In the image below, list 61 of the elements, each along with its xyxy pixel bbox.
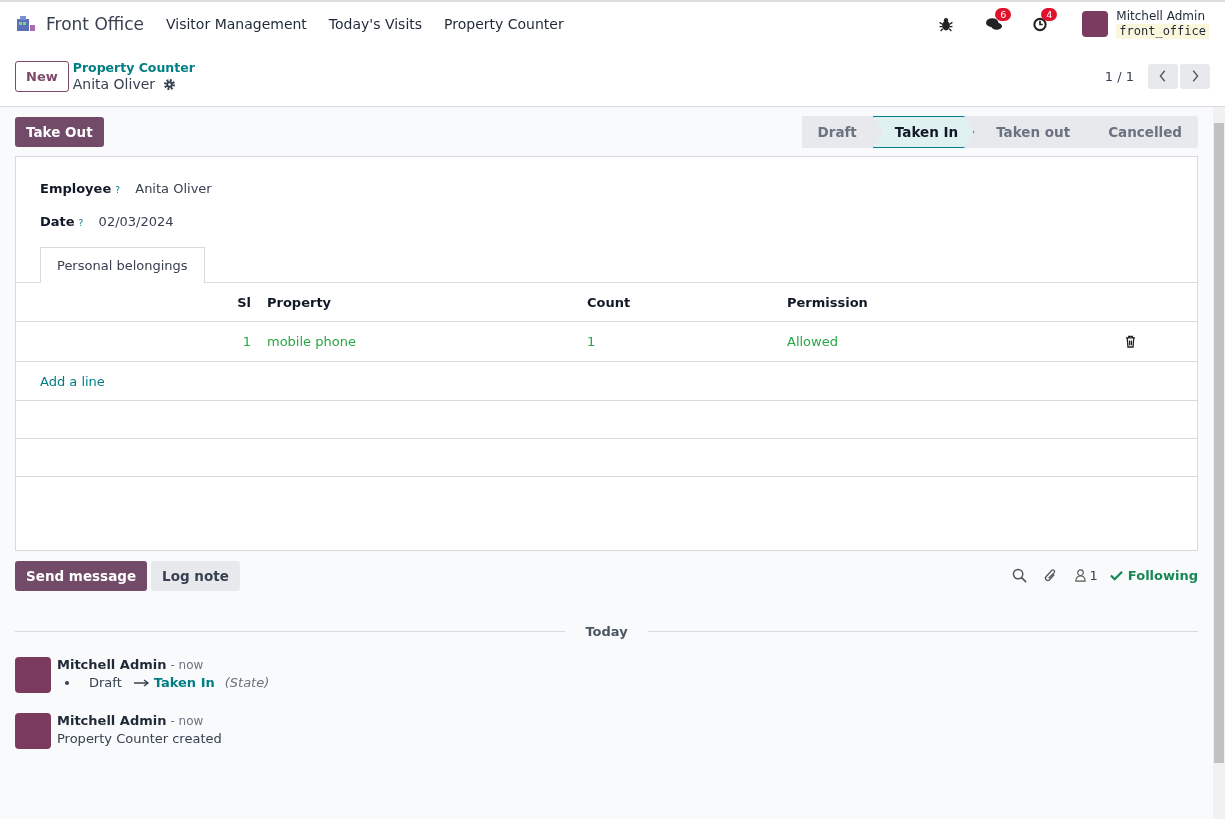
paperclip-icon[interactable] (1042, 568, 1058, 583)
chevron-right-icon (1190, 69, 1200, 83)
take-out-button[interactable]: Take Out (15, 117, 104, 147)
menu-item[interactable]: Today's Visits (328, 16, 423, 32)
search-icon[interactable] (1011, 568, 1027, 583)
table-cell-text: 1 (586, 334, 597, 349)
user-name[interactable]: Mitchell Admin (1116, 9, 1209, 24)
column-header[interactable]: Count (579, 294, 779, 310)
send-message-button[interactable]: Send message (15, 560, 148, 591)
notebook-tab[interactable]: Personal belongings (40, 247, 205, 283)
date-separator: Today (585, 624, 628, 639)
user-avatar[interactable] (1082, 11, 1109, 37)
message-body: Property Counter created (57, 731, 222, 746)
new-button[interactable]: New (15, 60, 69, 92)
table-cell-text: 1 (241, 334, 252, 349)
table-cell-text: mobile phone (266, 334, 357, 349)
old-value: Draft (89, 675, 122, 690)
next-button[interactable] (1180, 63, 1210, 89)
app-name[interactable]: Front Office (46, 14, 145, 34)
following-button[interactable]: Following (1109, 568, 1198, 583)
clock-icon[interactable] (1032, 16, 1049, 32)
followers-button[interactable]: 1 (1073, 568, 1098, 583)
activity-count-badge: 4 (1041, 7, 1058, 21)
check-icon (1109, 569, 1123, 582)
add-line-link[interactable]: Add a line (40, 373, 105, 389)
pager-value: 1 / 1 (1104, 68, 1134, 84)
message-time: - now (170, 714, 204, 728)
app-icon[interactable] (16, 15, 36, 33)
database-name: front_office (1116, 24, 1209, 39)
author-name[interactable]: Mitchell Admin (57, 713, 167, 728)
gear-icon[interactable] (163, 77, 177, 91)
previous-button[interactable] (1148, 63, 1178, 89)
bullet-icon (65, 680, 69, 685)
scrollbar[interactable] (1213, 107, 1225, 819)
chat-icon[interactable] (986, 16, 1003, 32)
column-header[interactable]: Sl (16, 294, 259, 310)
field-label: Date (40, 214, 75, 229)
message-count-badge: 6 (995, 7, 1012, 21)
status-stage[interactable]: Taken In (872, 116, 975, 148)
menu-item[interactable]: Visitor Management (166, 16, 307, 32)
field-name: (State) (224, 675, 270, 690)
record-name: Anita Oliver (72, 76, 156, 92)
column-header[interactable]: Permission (779, 294, 1102, 310)
field-value[interactable]: 02/03/2024 (98, 214, 174, 229)
arrow-icon (133, 678, 150, 687)
bug-icon[interactable] (938, 16, 955, 32)
new-value: Taken In (153, 675, 215, 690)
chevron-left-icon (1158, 69, 1168, 83)
log-note-button[interactable]: Log note (151, 560, 240, 591)
message-time: - now (170, 658, 204, 672)
table-cell-text: Allowed (786, 334, 839, 349)
author-name[interactable]: Mitchell Admin (57, 657, 167, 672)
column-header[interactable]: Property (259, 294, 579, 310)
person-icon (1073, 569, 1087, 582)
breadcrumb-link[interactable]: Property Counter (72, 60, 195, 76)
field-value[interactable]: Anita Oliver (135, 181, 212, 196)
menu-item[interactable]: Property Counter (444, 16, 564, 32)
trash-icon[interactable] (1125, 335, 1136, 348)
help-tooltip[interactable]: ? (115, 185, 136, 195)
field-label: Employee (40, 181, 112, 196)
help-tooltip[interactable]: ? (78, 218, 99, 228)
